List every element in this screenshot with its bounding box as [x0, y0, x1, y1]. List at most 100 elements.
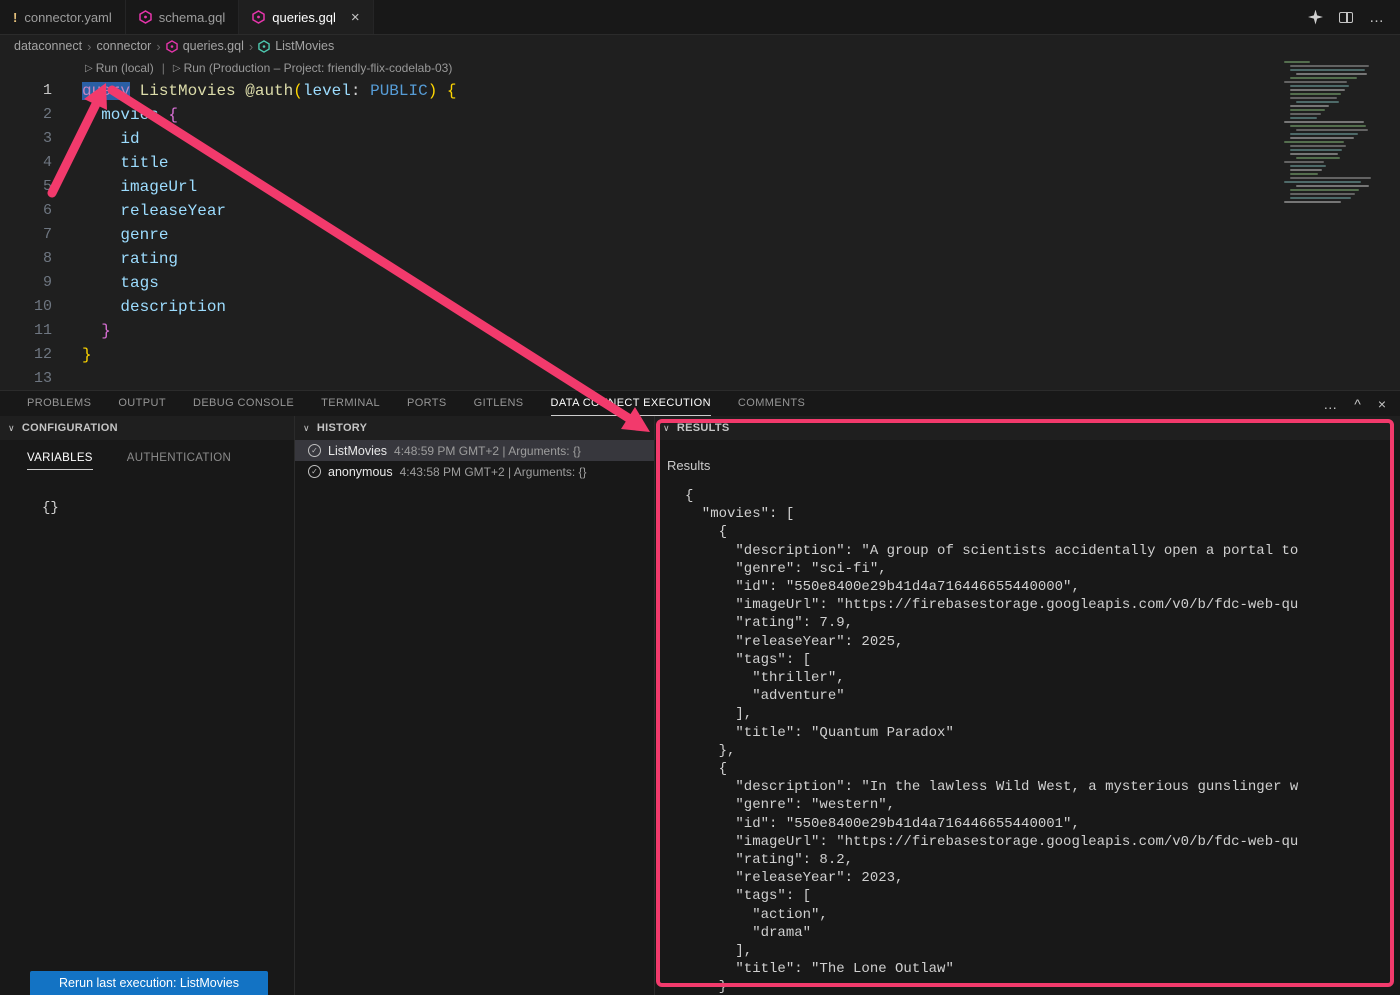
- history-item[interactable]: ✓ListMovies4:48:59 PM GMT+2 | Arguments:…: [295, 440, 654, 461]
- editor[interactable]: ▷ Run (local) | ▷ Run (Production – Proj…: [0, 57, 1400, 389]
- rerun-last-execution-button[interactable]: Rerun last execution: ListMovies: [30, 971, 268, 995]
- panel-tab-output[interactable]: OUTPUT: [118, 391, 166, 416]
- code-line[interactable]: 8 rating: [0, 247, 1400, 271]
- graphql-icon: [252, 10, 265, 24]
- history-section: ∨ HISTORY ✓ListMovies4:48:59 PM GMT+2 | …: [295, 416, 655, 995]
- breadcrumb-item-connector[interactable]: connector: [96, 39, 151, 53]
- line-number: 13: [0, 367, 52, 389]
- minimap-line: [1290, 165, 1326, 167]
- run-local-link[interactable]: ▷ Run (local): [85, 61, 154, 75]
- code-line[interactable]: 11 }: [0, 319, 1400, 343]
- configuration-header[interactable]: ∨ CONFIGURATION: [0, 416, 294, 440]
- chevron-right-icon: ›: [156, 39, 160, 54]
- section-title: RESULTS: [677, 422, 730, 434]
- line-number: 3: [0, 127, 52, 151]
- panel-tab-terminal[interactable]: TERMINAL: [321, 391, 380, 416]
- code-token: query: [82, 82, 130, 100]
- code-line[interactable]: 3 id: [0, 127, 1400, 151]
- run-production-label: Run (Production – Project: friendly-flix…: [184, 61, 453, 75]
- results-header[interactable]: ∨ RESULTS: [655, 416, 1400, 440]
- variables-value[interactable]: {}: [42, 500, 294, 516]
- code-token: PUBLIC: [370, 82, 428, 100]
- warning-icon: !: [13, 10, 17, 25]
- code-line[interactable]: 1query ListMovies @auth(level: PUBLIC) {: [0, 79, 1400, 103]
- code-token: [236, 82, 246, 100]
- play-icon: ▷: [85, 63, 93, 74]
- bottom-panel: PROBLEMS OUTPUT DEBUG CONSOLE TERMINAL PORTS…: [0, 390, 1400, 995]
- tab-connector-yaml[interactable]: ! connector.yaml: [0, 0, 126, 34]
- breadcrumb-item-listmovies[interactable]: ListMovies: [258, 39, 334, 53]
- codelens: ▷ Run (local) | ▷ Run (Production – Proj…: [0, 57, 1400, 79]
- minimap[interactable]: [1282, 61, 1394, 243]
- code-line[interactable]: 13: [0, 367, 1400, 389]
- history-item-name: ListMovies: [328, 444, 387, 458]
- panel-close-icon[interactable]: ×: [1378, 396, 1386, 412]
- panel-maximize-icon[interactable]: ^: [1354, 396, 1361, 412]
- minimap-line: [1284, 181, 1361, 183]
- code-token: ): [428, 82, 438, 100]
- tab-queries-gql[interactable]: queries.gql ×: [239, 0, 373, 34]
- code-line[interactable]: 6 releaseYear: [0, 199, 1400, 223]
- panel-tab-debug-console[interactable]: DEBUG CONSOLE: [193, 391, 294, 416]
- code-token: [82, 322, 101, 340]
- minimap-line: [1290, 113, 1321, 115]
- code-line-content: tags: [52, 271, 159, 295]
- minimap-line: [1290, 197, 1351, 199]
- panel-tab-problems[interactable]: PROBLEMS: [27, 391, 91, 416]
- tab-authentication[interactable]: AUTHENTICATION: [127, 452, 231, 470]
- history-header[interactable]: ∨ HISTORY: [295, 416, 654, 440]
- code-token: id: [120, 130, 139, 148]
- panel-tab-gitlens[interactable]: GITLENS: [474, 391, 524, 416]
- minimap-line: [1290, 97, 1337, 99]
- minimap-line: [1290, 125, 1366, 127]
- code-line[interactable]: 2 movies {: [0, 103, 1400, 127]
- minimap-line: [1290, 65, 1369, 67]
- configuration-tabs: VARIABLES AUTHENTICATION: [0, 452, 294, 476]
- code-line-content: imageUrl: [52, 175, 197, 199]
- code-line[interactable]: 10 description: [0, 295, 1400, 319]
- panel-more-icon[interactable]: …: [1323, 396, 1337, 412]
- code-token: [82, 226, 120, 244]
- configuration-section: ∨ CONFIGURATION VARIABLES AUTHENTICATION…: [0, 416, 295, 995]
- editor-actions: …: [1292, 0, 1400, 34]
- line-number: 6: [0, 199, 52, 223]
- code-line-content: [52, 367, 82, 389]
- tab-schema-gql[interactable]: schema.gql: [126, 0, 239, 34]
- history-item-meta: 4:43:58 PM GMT+2 | Arguments: {}: [400, 465, 587, 479]
- code-token: {: [447, 82, 457, 100]
- line-number: 5: [0, 175, 52, 199]
- minimap-line: [1290, 169, 1322, 171]
- code-token: description: [120, 298, 226, 316]
- panel-tab-ports[interactable]: PORTS: [407, 391, 447, 416]
- breadcrumb-item-queries-gql[interactable]: queries.gql: [166, 39, 244, 53]
- results-json[interactable]: { "movies": [ { "description": "A group …: [685, 487, 1400, 995]
- code-line[interactable]: 7 genre: [0, 223, 1400, 247]
- line-number: 8: [0, 247, 52, 271]
- history-item[interactable]: ✓anonymous4:43:58 PM GMT+2 | Arguments: …: [295, 461, 654, 482]
- query-symbol-icon: [258, 40, 270, 53]
- minimap-line: [1290, 69, 1365, 71]
- panel-tab-data-connect-execution[interactable]: DATA CONNECT EXECUTION: [551, 391, 711, 416]
- code-token: [130, 82, 140, 100]
- chevron-down-icon: ∨: [663, 423, 670, 434]
- more-actions-icon[interactable]: …: [1369, 9, 1384, 26]
- breadcrumb-label: ListMovies: [275, 39, 334, 53]
- breadcrumb-item-dataconnect[interactable]: dataconnect: [14, 39, 82, 53]
- code-token: [437, 82, 447, 100]
- code-line[interactable]: 5 imageUrl: [0, 175, 1400, 199]
- sparkle-icon[interactable]: [1308, 10, 1323, 25]
- split-editor-icon[interactable]: [1339, 12, 1353, 23]
- panel-tab-comments[interactable]: COMMENTS: [738, 391, 805, 416]
- code-token: {: [168, 106, 178, 124]
- code-line[interactable]: 4 title: [0, 151, 1400, 175]
- minimap-line: [1284, 141, 1344, 143]
- results-section: ∨ RESULTS Results { "movies": [ { "descr…: [655, 416, 1400, 995]
- code-token: releaseYear: [120, 202, 226, 220]
- close-tab-icon[interactable]: ×: [351, 9, 360, 26]
- code-line[interactable]: 9 tags: [0, 271, 1400, 295]
- code-line-content: movies {: [52, 103, 178, 127]
- run-production-link[interactable]: ▷ Run (Production – Project: friendly-fl…: [173, 61, 453, 75]
- code-line[interactable]: 12}: [0, 343, 1400, 367]
- tab-variables[interactable]: VARIABLES: [27, 452, 93, 470]
- panel-tab-bar-tabs: PROBLEMS OUTPUT DEBUG CONSOLE TERMINAL PORTS…: [27, 391, 805, 416]
